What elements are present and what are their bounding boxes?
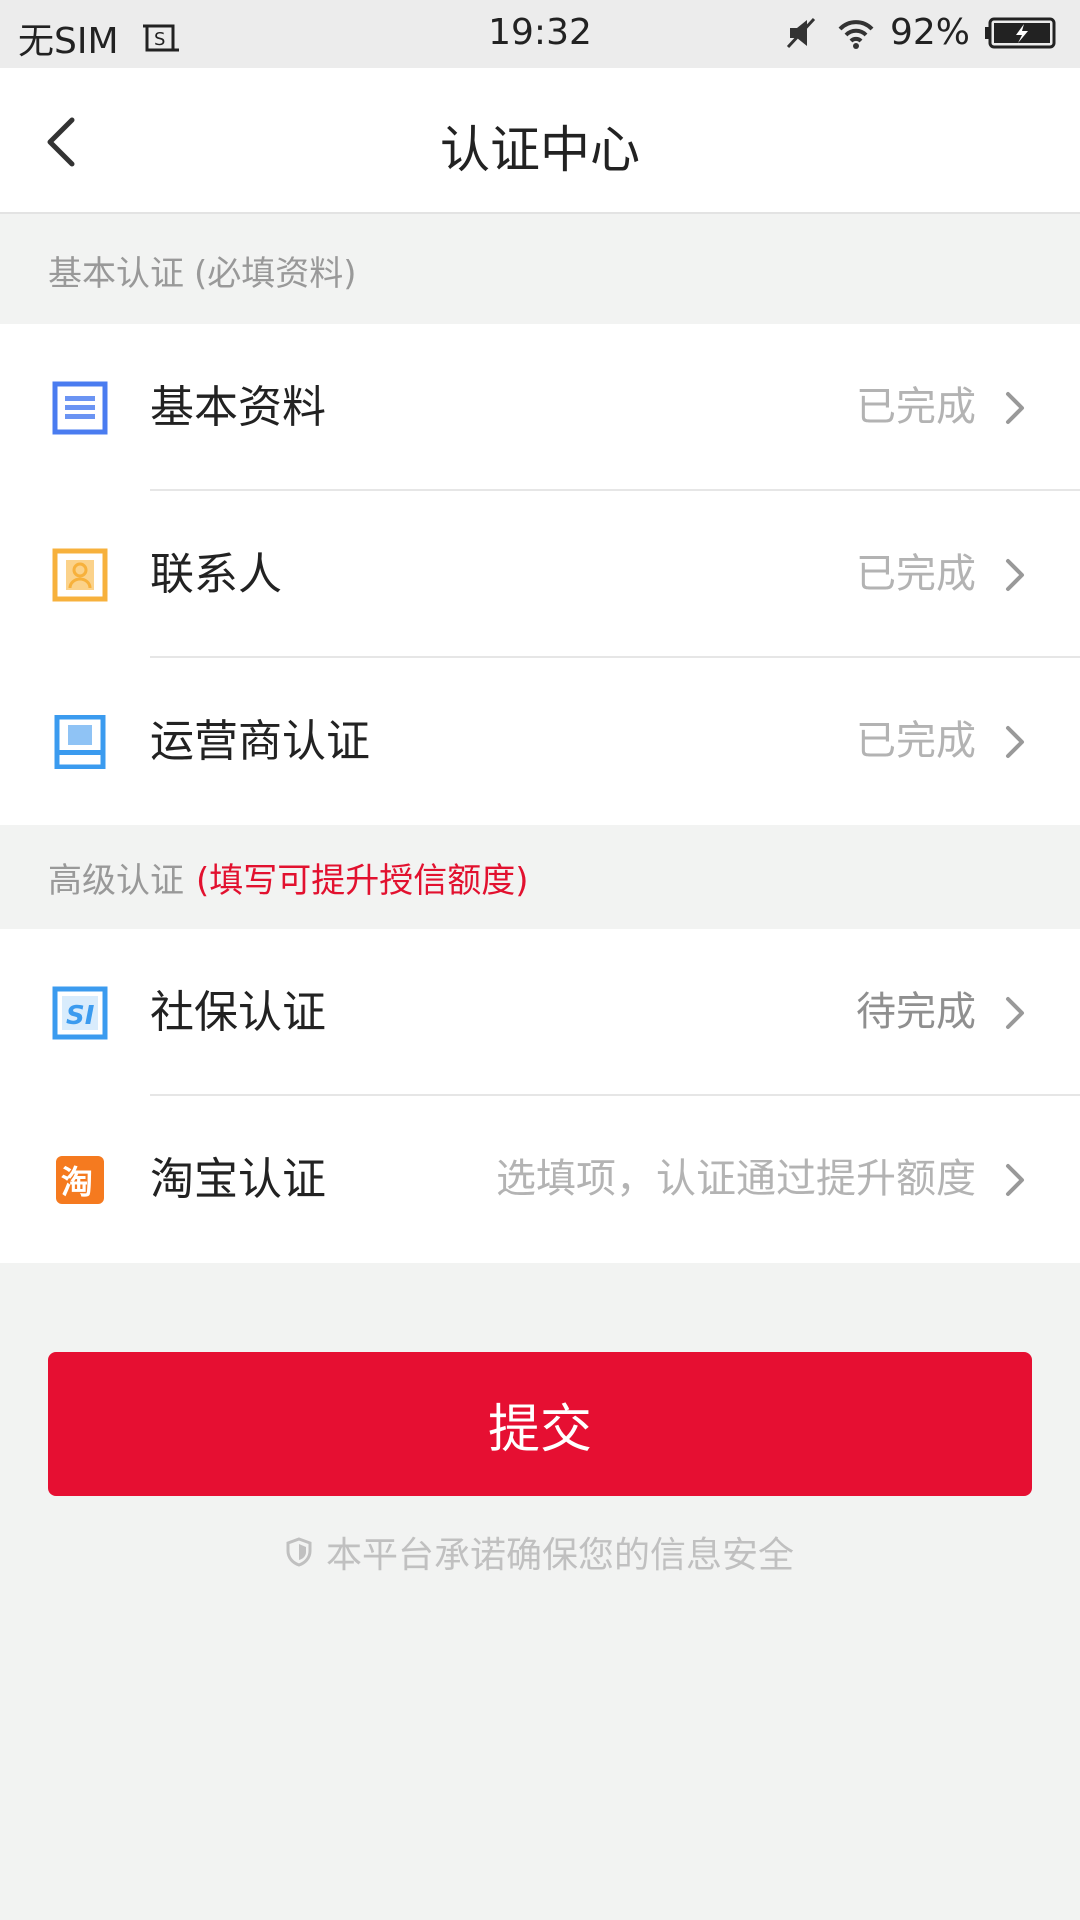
list-item-basic-info[interactable]: 基本资料 已完成: [0, 324, 1080, 491]
row-status: 已完成: [856, 718, 976, 764]
row-status: 已完成: [856, 384, 976, 430]
basic-auth-list: 基本资料 已完成 联系人 已完成 运营商认证 已完成: [0, 324, 1080, 825]
battery-charging-icon: [985, 17, 1056, 48]
row-status: 待完成: [856, 989, 976, 1035]
chevron-right-icon: [1006, 726, 1024, 758]
advanced-auth-list: SI 社保认证 待完成 淘 淘宝认证 选填项，认证通过提升额度: [0, 929, 1080, 1263]
list-item-social-insurance[interactable]: SI 社保认证 待完成: [0, 929, 1080, 1096]
page-title: 认证中心: [440, 121, 640, 179]
list-item-contacts[interactable]: 联系人 已完成: [0, 491, 1080, 658]
document-icon: [52, 381, 108, 435]
wifi-icon: [838, 19, 874, 49]
battery-percent: 92%: [889, 12, 970, 53]
basic-section-header: 基本认证 (必填资料): [0, 216, 1080, 324]
mute-icon: [786, 17, 816, 48]
row-status: 选填项，认证通过提升额度: [496, 1156, 976, 1202]
row-label: 运营商认证: [150, 716, 370, 767]
row-label: 基本资料: [150, 382, 326, 433]
row-label: 社保认证: [150, 987, 326, 1038]
advanced-section-header: 高级认证 (填写可提升授信额度): [0, 825, 1080, 929]
status-bar: 无SIM S 19:32 92%: [0, 0, 1080, 68]
list-item-taobao[interactable]: 淘 淘宝认证 选填项，认证通过提升额度: [0, 1096, 1080, 1263]
status-right: 92%: [782, 12, 1058, 53]
submit-button[interactable]: 提交: [48, 1352, 1032, 1496]
security-note: 本平台承诺确保您的信息安全: [0, 1526, 1080, 1578]
row-status: 已完成: [856, 551, 976, 597]
social-insurance-icon: SI: [52, 986, 108, 1040]
row-label: 联系人: [150, 549, 282, 600]
svg-text:SI: SI: [66, 1001, 95, 1031]
taobao-icon: 淘: [56, 1156, 104, 1204]
chevron-right-icon: [1006, 392, 1024, 424]
chevron-right-icon: [1006, 559, 1024, 591]
svg-text:淘: 淘: [61, 1163, 93, 1201]
advanced-section-note: (填写可提升授信额度): [196, 860, 529, 901]
basic-section-title: 基本认证: [48, 253, 184, 294]
advanced-section-title: 高级认证: [48, 860, 184, 901]
nav-header: 认证中心: [0, 68, 1080, 214]
shield-icon: [286, 1537, 312, 1567]
phone-icon: [54, 715, 106, 769]
basic-section-note: (必填资料): [194, 253, 357, 294]
contact-card-icon: [52, 548, 108, 602]
row-label: 淘宝认证: [150, 1154, 326, 1205]
chevron-right-icon: [1006, 997, 1024, 1029]
list-item-carrier-auth[interactable]: 运营商认证 已完成: [0, 658, 1080, 825]
chevron-right-icon: [1006, 1164, 1024, 1196]
security-note-text: 本平台承诺确保您的信息安全: [325, 1535, 794, 1576]
